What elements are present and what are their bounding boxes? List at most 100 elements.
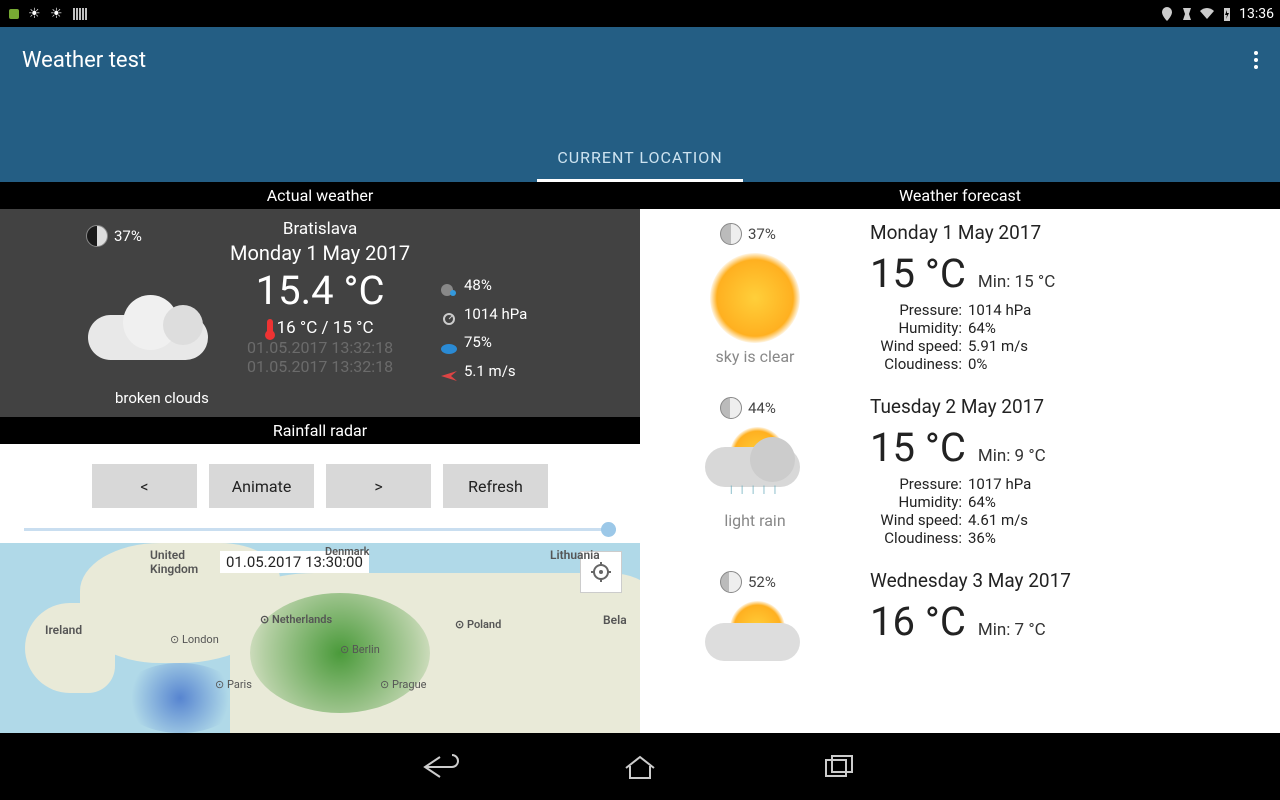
- radar-header: Rainfall radar: [0, 417, 640, 444]
- overflow-menu-button[interactable]: [1250, 47, 1262, 73]
- map-city-london: London: [170, 633, 219, 646]
- timestamp-2: 01.05.2017 13:32:18: [230, 357, 410, 376]
- radar-prev-button[interactable]: <: [92, 464, 197, 508]
- status-bar: ☀ ☀ 13:36: [0, 0, 1280, 27]
- radar-slider[interactable]: [0, 528, 640, 543]
- cloud-pct-icon: [440, 335, 458, 349]
- fc-humidity: 64%: [968, 319, 996, 337]
- fc-wind-label: Wind speed:: [870, 337, 962, 355]
- forecast-item[interactable]: 37% sky is clear Monday 1 May 2017 15 °C…: [640, 209, 1280, 383]
- fc-pressure-label: Pressure:: [870, 475, 962, 493]
- radar-animate-button[interactable]: Animate: [209, 464, 314, 508]
- actual-weather-header: Actual weather: [0, 182, 640, 209]
- map-label-denmark: Denmark: [325, 545, 369, 558]
- slider-thumb[interactable]: [601, 522, 616, 537]
- fc-moon: 44%: [748, 399, 776, 417]
- battery-charging-icon: [1219, 6, 1235, 22]
- vibrate-icon: [1179, 6, 1195, 22]
- map-label-uk: United Kingdom: [150, 548, 198, 576]
- radar-controls: < Animate > Refresh: [0, 444, 640, 528]
- thermometer-icon: [267, 319, 273, 337]
- map-label-ireland: Ireland: [45, 623, 82, 637]
- cloud-icon: [78, 287, 228, 357]
- fc-moon: 37%: [748, 225, 776, 243]
- pressure-value: 1014 hPa: [464, 300, 527, 329]
- radar-next-button[interactable]: >: [326, 464, 431, 508]
- right-column: Weather forecast 37% sky is clear Monday…: [640, 182, 1280, 733]
- timestamp-1: 01.05.2017 13:32:18: [230, 338, 410, 357]
- map-city-prague: Prague: [380, 678, 426, 691]
- status-time: 13:36: [1239, 6, 1274, 22]
- pressure-icon: [440, 307, 458, 321]
- fc-wind: 5.91 m/s: [968, 337, 1028, 355]
- city-name: Bratislava: [230, 219, 410, 239]
- fc-temp: 15 °C: [870, 424, 966, 471]
- fc-temp: 16 °C: [870, 598, 966, 645]
- current-date: Monday 1 May 2017: [230, 241, 410, 265]
- fc-cloud-label: Cloudiness:: [870, 355, 962, 373]
- left-column: Actual weather 37% Bratislava Monday 1 M…: [0, 182, 640, 733]
- moon-phase-icon: [720, 223, 742, 245]
- fc-date: Tuesday 2 May 2017: [870, 395, 1280, 418]
- brightness-icon: ☀: [28, 6, 44, 22]
- map-city-paris: Paris: [215, 678, 252, 691]
- android-icon: [6, 6, 22, 22]
- humidity-icon: [440, 278, 458, 292]
- actual-weather-card: 37% Bratislava Monday 1 May 2017 15.4 °C…: [0, 209, 640, 417]
- tab-current-location[interactable]: CURRENT LOCATION: [537, 136, 742, 182]
- humidity-value: 48%: [464, 271, 492, 300]
- sun-icon: [710, 253, 800, 343]
- map-label-netherlands: Netherlands: [260, 613, 332, 626]
- nav-recents-button[interactable]: [820, 752, 860, 782]
- fc-humidity-label: Humidity:: [870, 319, 962, 337]
- moon-phase-value: 37%: [114, 227, 142, 245]
- wifi-icon: [1199, 6, 1215, 22]
- forecast-header: Weather forecast: [640, 182, 1280, 209]
- nav-home-button[interactable]: [620, 752, 660, 782]
- fc-min: Min: 7 °C: [978, 620, 1046, 640]
- cloud-pct-value: 75%: [464, 328, 492, 357]
- fc-temp: 15 °C: [870, 250, 966, 297]
- nav-back-button[interactable]: [420, 752, 460, 782]
- fc-min: Min: 9 °C: [978, 446, 1046, 466]
- radar-refresh-button[interactable]: Refresh: [443, 464, 548, 508]
- forecast-item[interactable]: 52% Wednesday 3 May 2017 16 °C Min: 7 °C: [640, 557, 1280, 691]
- fc-cloud: 0%: [968, 355, 987, 373]
- current-temp: 15.4 °C: [230, 267, 410, 314]
- fc-date: Monday 1 May 2017: [870, 221, 1280, 244]
- moon-phase-icon: [86, 225, 108, 247]
- map-city-berlin: Berlin: [340, 643, 380, 656]
- map-label-lithuania: Lithuania: [550, 548, 600, 562]
- fc-min: Min: 15 °C: [978, 272, 1055, 292]
- fc-pressure: 1014 hPa: [968, 301, 1031, 319]
- fc-pressure: 1017 hPa: [968, 475, 1031, 493]
- fc-humidity: 64%: [968, 493, 996, 511]
- fc-humidity-label: Humidity:: [870, 493, 962, 511]
- barcode-icon: [72, 6, 88, 22]
- fc-moon: 52%: [748, 573, 776, 591]
- fc-wind: 4.61 m/s: [968, 511, 1028, 529]
- sun-cloud-icon: [700, 601, 810, 681]
- tab-bar: CURRENT LOCATION: [0, 136, 1280, 182]
- minmax-temp: 16 °C / 15 °C: [277, 318, 374, 338]
- moon-phase-icon: [720, 571, 742, 593]
- nav-bar: [0, 733, 1280, 800]
- moon-phase-icon: [720, 397, 742, 419]
- fc-wind-label: Wind speed:: [870, 511, 962, 529]
- app-title: Weather test: [22, 48, 146, 73]
- map-label-bela: Bela: [603, 613, 627, 627]
- location-icon: [1159, 6, 1175, 22]
- brightness-icon-2: ☀: [50, 6, 66, 22]
- weather-description: broken clouds: [115, 389, 209, 407]
- radar-map[interactable]: 01.05.2017 13:30:00 United Kingdom Irela…: [0, 543, 640, 733]
- fc-desc: sky is clear: [716, 347, 795, 366]
- wind-icon: [440, 364, 458, 378]
- sun-cloud-rain-icon: | | | | |: [700, 427, 810, 507]
- fc-pressure-label: Pressure:: [870, 301, 962, 319]
- map-label-poland: Poland: [455, 618, 501, 631]
- fc-date: Wednesday 3 May 2017: [870, 569, 1280, 592]
- forecast-item[interactable]: 44% | | | | | light rain Tuesday 2 May 2…: [640, 383, 1280, 557]
- wind-value: 5.1 m/s: [464, 357, 516, 386]
- app-bar: Weather test CURRENT LOCATION: [0, 27, 1280, 182]
- fc-cloud-label: Cloudiness:: [870, 529, 962, 547]
